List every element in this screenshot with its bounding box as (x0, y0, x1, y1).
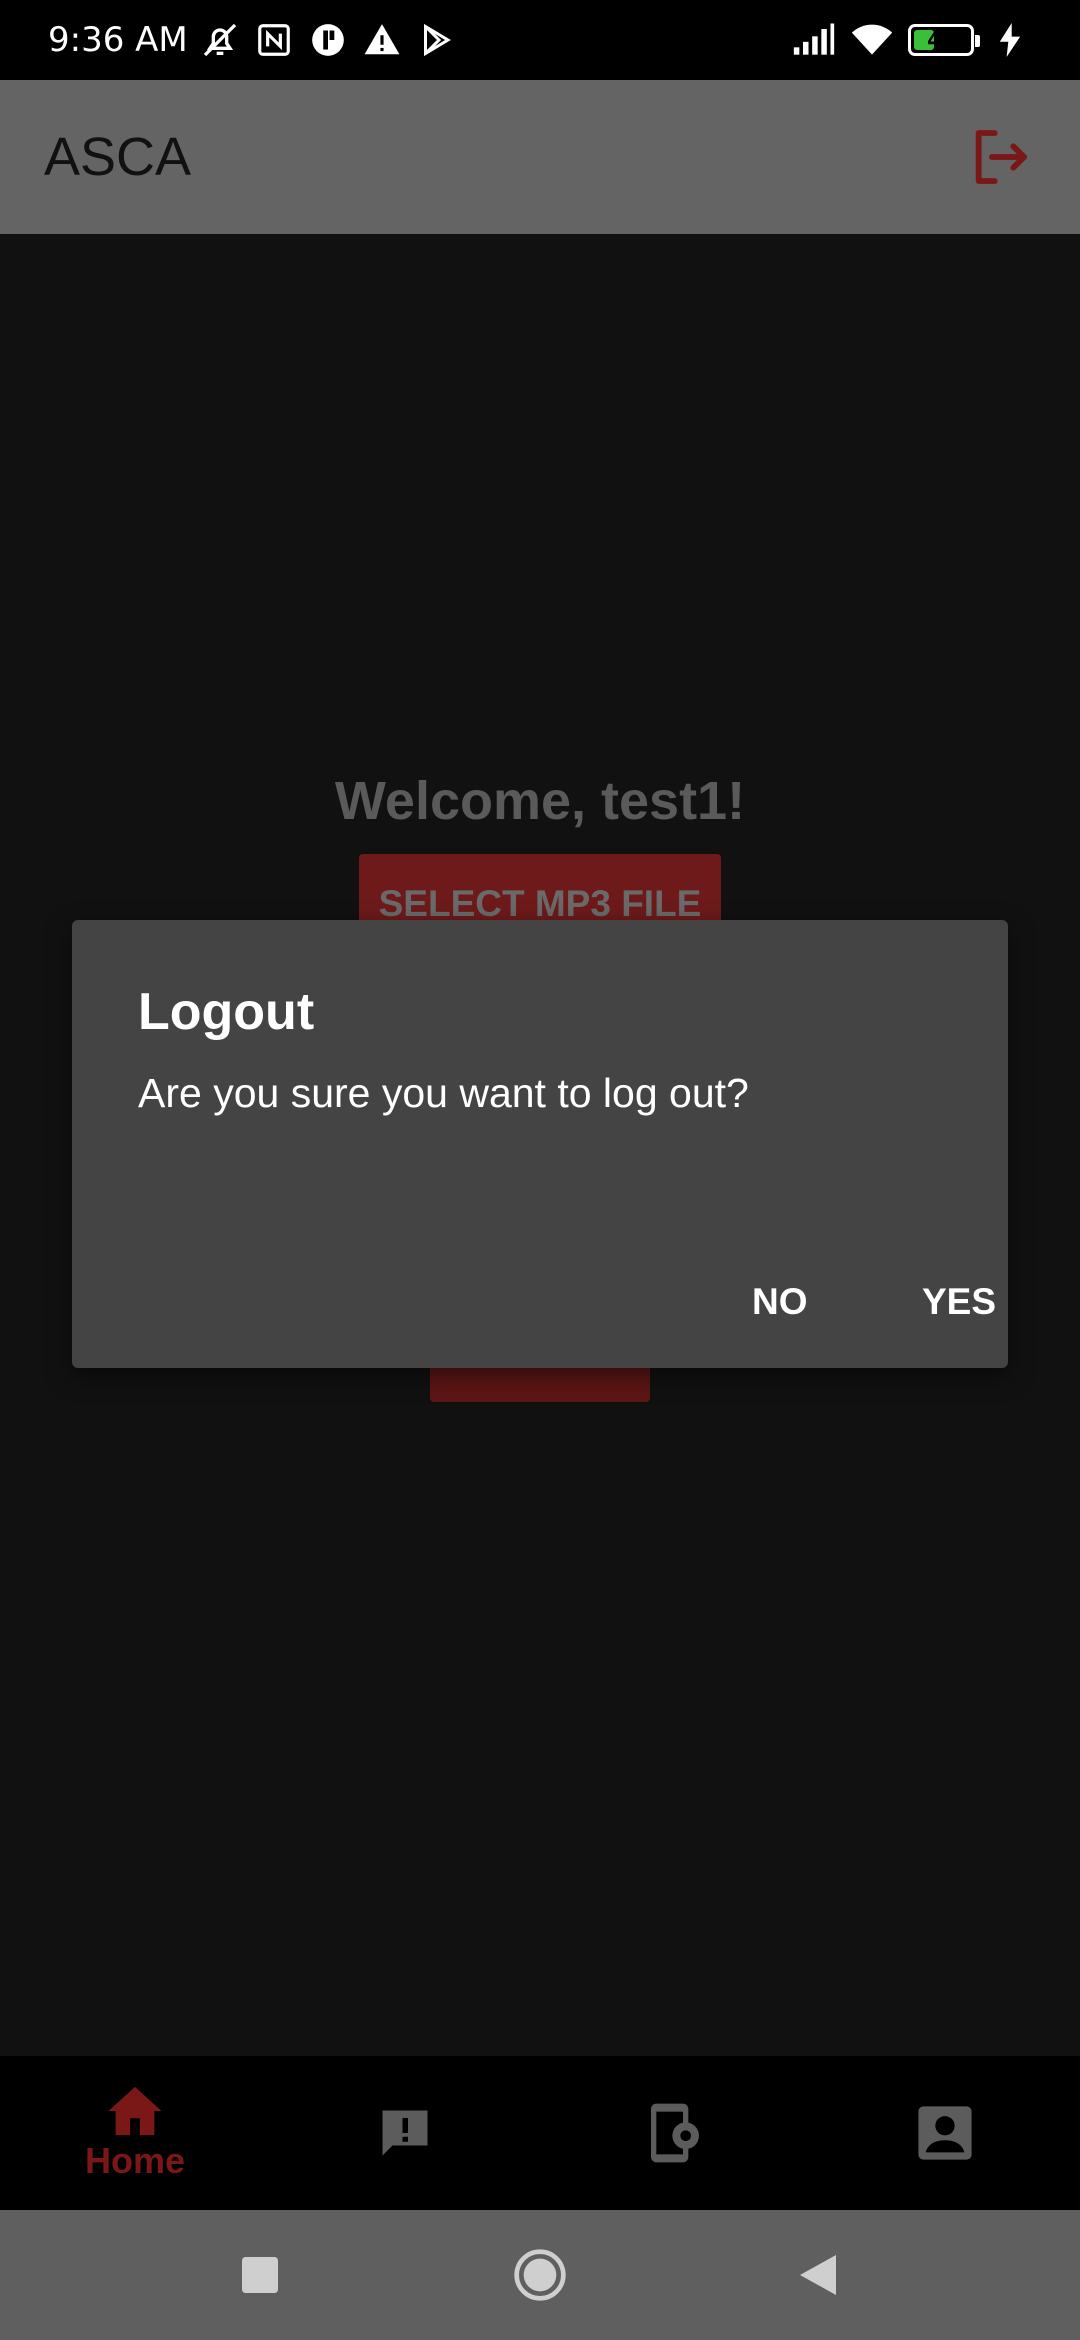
dialog-message: Are you sure you want to log out? (138, 1070, 749, 1116)
dialog-title: Logout (138, 983, 315, 1041)
yes-button[interactable]: YES (906, 1260, 1012, 1344)
battery-level: 43 (927, 28, 955, 52)
logout-dialog: Logout Are you sure you want to log out?… (72, 920, 1008, 1368)
screen: 9:36 AM 43 ASCA Welcome, test1! SELECT M… (0, 0, 1080, 2340)
no-button[interactable]: NO (736, 1260, 824, 1344)
